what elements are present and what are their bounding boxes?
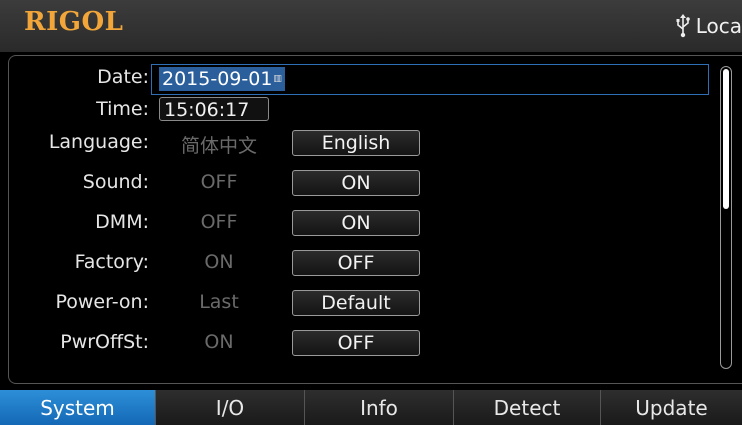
factory-alt-option[interactable]: ON (159, 251, 279, 273)
factory-label: Factory: (74, 251, 149, 273)
usb-icon (676, 14, 690, 38)
date-row: Date: 2015-09-01▥ (9, 64, 709, 95)
power-on-label: Power-on: (55, 291, 149, 313)
language-row: Language: 简体中文 English (9, 129, 709, 157)
date-value: 2015-09-01 (162, 68, 273, 90)
time-input[interactable]: 15:06:17 (159, 97, 269, 121)
dmm-row: DMM: OFF ON (9, 209, 709, 237)
rigol-logo: RIGOL (24, 7, 124, 37)
sound-alt-option[interactable]: OFF (159, 171, 279, 193)
tab-update[interactable]: Update (600, 390, 742, 425)
pwroffst-label: PwrOffSt: (60, 331, 149, 353)
tab-info[interactable]: Info (304, 390, 453, 425)
time-label: Time: (96, 98, 149, 120)
time-row: Time: 15:06:17 (9, 96, 709, 124)
date-input[interactable]: 2015-09-01▥ (159, 67, 285, 91)
sound-button[interactable]: ON (292, 170, 420, 196)
language-label: Language: (48, 131, 149, 153)
status-area: Loca (674, 10, 742, 42)
tab-system[interactable]: System (0, 390, 155, 425)
title-bar: RIGOL Loca (0, 0, 742, 52)
pwroffst-button[interactable]: OFF (292, 330, 420, 356)
dmm-label: DMM: (95, 211, 149, 233)
language-button[interactable]: English (292, 130, 420, 156)
date-label: Date: (97, 66, 149, 88)
system-settings-screen: RIGOL Loca Date: 2015-09-01▥ Time: 15:06… (0, 0, 742, 425)
tab-io[interactable]: I/O (155, 390, 304, 425)
power-on-row: Power-on: Last Default (9, 289, 709, 317)
tab-detect[interactable]: Detect (453, 390, 600, 425)
softkey-tabs: System I/O Info Detect Update (0, 390, 742, 425)
language-alt-option[interactable]: 简体中文 (159, 131, 279, 158)
remote-status-text: Loca (695, 14, 742, 38)
power-on-alt-option[interactable]: Last (159, 291, 279, 313)
sound-label: Sound: (82, 171, 149, 193)
dmm-button[interactable]: ON (292, 210, 420, 236)
scrollbar-thumb[interactable] (723, 69, 729, 209)
factory-button[interactable]: OFF (292, 250, 420, 276)
settings-panel: Date: 2015-09-01▥ Time: 15:06:17 Languag… (8, 55, 742, 384)
scrollbar[interactable] (720, 66, 732, 369)
dmm-alt-option[interactable]: OFF (159, 211, 279, 233)
factory-row: Factory: ON OFF (9, 249, 709, 277)
edit-cursor-icon: ▥ (273, 74, 282, 84)
sound-row: Sound: OFF ON (9, 169, 709, 197)
pwroffst-alt-option[interactable]: ON (159, 331, 279, 353)
power-on-button[interactable]: Default (292, 290, 420, 316)
pwroffst-row: PwrOffSt: ON OFF (9, 329, 709, 357)
